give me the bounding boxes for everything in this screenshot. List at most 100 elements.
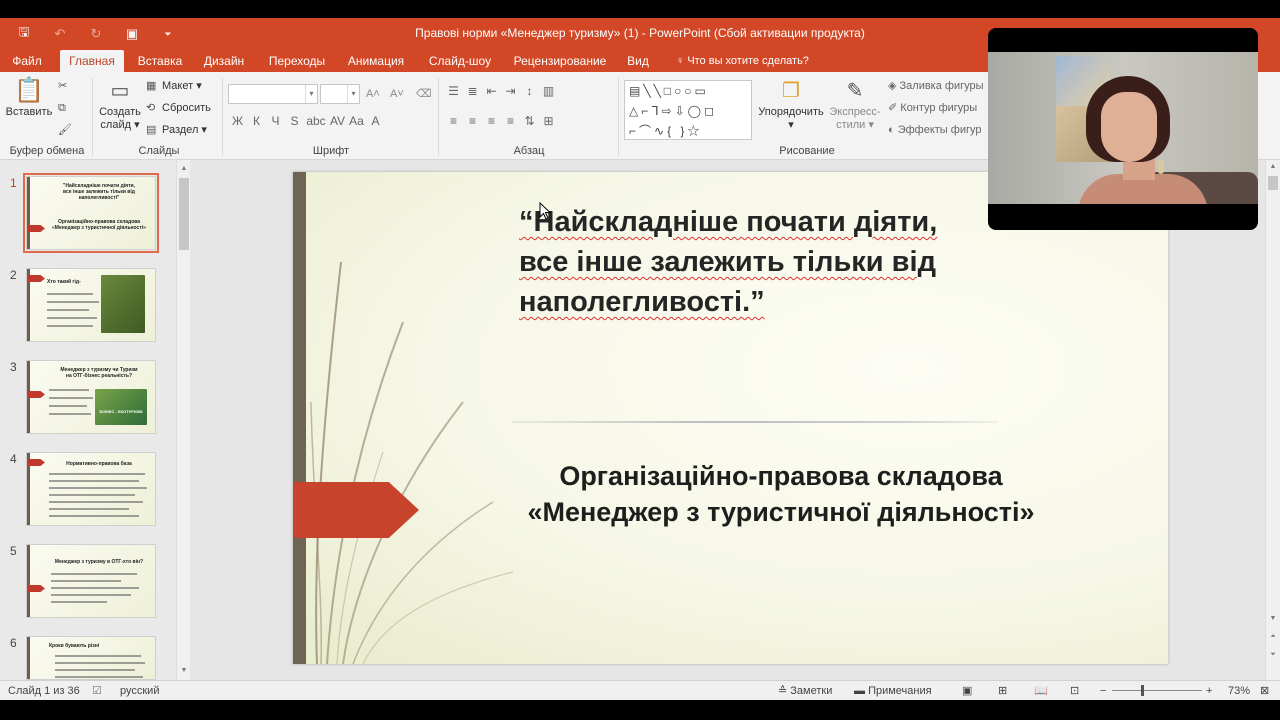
language-indicator[interactable]: русский	[120, 684, 159, 698]
underline-icon[interactable]: Ч	[266, 114, 285, 128]
tell-me-box[interactable]: ♀ Что вы хотите сделать?	[676, 50, 809, 72]
layout-button[interactable]: ▦ Макет ▾	[146, 76, 202, 96]
slide-thumbnail-3[interactable]: Менеджер з туризму чи Туризм на ОТГ-бізн…	[26, 360, 156, 434]
arrange-icon: ❐	[782, 80, 800, 102]
slide-thumbnail-1[interactable]: "Найскладніше почати діяти, все інше зал…	[23, 173, 159, 253]
tab-2[interactable]: Вставка	[132, 50, 188, 72]
increase-indent-icon[interactable]: ⇥	[501, 84, 520, 98]
tab-5[interactable]: Анимация	[340, 50, 412, 72]
font-name-input[interactable]: ▾	[228, 84, 318, 104]
zoom-in-icon[interactable]: +	[1206, 684, 1212, 698]
tab-4[interactable]: Переходы	[262, 50, 332, 72]
thumbnail-number: 4	[10, 452, 17, 466]
paste-label: Вставить	[5, 106, 53, 118]
thumbnail-number: 5	[10, 544, 17, 558]
comments-button[interactable]: ▬ Примечания	[854, 684, 932, 698]
shape-outline-button[interactable]: ✐ Контур фигуры	[888, 98, 977, 118]
thumbnail-scrollbar[interactable]: ▲ ▼	[176, 160, 190, 680]
slide-thumbnail-5[interactable]: Менеджер з туризму в ОТГ-хто він?	[26, 544, 156, 618]
next-slide-icon[interactable]: ⏷	[1266, 648, 1280, 662]
slide-quote[interactable]: “Найскладніше почати діяти, все інше зал…	[519, 202, 1039, 322]
chevron-down-icon[interactable]: ▾	[347, 85, 359, 103]
slide-subtitle[interactable]: Організаційно-правова складова «Менеджер…	[453, 458, 1109, 530]
quote-line-3: наполегливості.”	[519, 282, 1039, 322]
tab-0[interactable]: Файл	[6, 50, 48, 72]
format-painter-icon[interactable]: 🖌	[58, 120, 74, 140]
quick-styles-button[interactable]: ✎ Экспресс- стили ▾	[826, 78, 884, 131]
line-spacing-icon[interactable]: ↕	[520, 84, 539, 98]
thumbnail-number: 6	[10, 636, 17, 650]
section-button[interactable]: ▤ Раздел ▾	[146, 120, 207, 140]
decrease-indent-icon[interactable]: ⇤	[482, 84, 501, 98]
zoom-slider-thumb[interactable]	[1141, 685, 1144, 696]
shape-fill-button[interactable]: ◈ Заливка фигуры	[888, 76, 984, 96]
font-size-input[interactable]: ▾	[320, 84, 360, 104]
slide-scrollbar[interactable]: ▲ ▼ ⏶ ⏷	[1265, 160, 1280, 680]
tab-8[interactable]: Вид	[620, 50, 656, 72]
slide-canvas[interactable]: “Найскладніше почати діяти, все інше зал…	[293, 172, 1168, 664]
scrollbar-thumb[interactable]	[1268, 176, 1278, 190]
cut-icon[interactable]: ✂	[58, 76, 74, 96]
bold-icon[interactable]: Ж	[228, 114, 247, 128]
tell-me-text: Что вы хотите сделать?	[687, 55, 809, 67]
scroll-up-icon[interactable]: ▲	[177, 162, 191, 176]
align-right-icon[interactable]: ≡	[482, 114, 501, 128]
powerpoint-app: 🖫 ↶ ↻ ▣ ⏷ Правові норми «Менеджер туризм…	[0, 0, 1280, 720]
reset-button[interactable]: ⟲ Сбросить	[146, 98, 211, 118]
chevron-down-icon[interactable]: ▾	[305, 85, 317, 103]
scroll-down-icon[interactable]: ▼	[1266, 612, 1280, 626]
shape-fill-label: Заливка фигуры	[899, 80, 984, 92]
slide-thumbnail-4[interactable]: Нормативно-правова база	[26, 452, 156, 526]
smartart-icon[interactable]: ⊞	[539, 114, 558, 128]
new-slide-button[interactable]: ▭ Создать слайд ▾	[96, 78, 144, 131]
tab-6[interactable]: Слайд-шоу	[420, 50, 500, 72]
zoom-slider[interactable]	[1112, 690, 1202, 691]
scroll-down-icon[interactable]: ▼	[177, 664, 191, 678]
font-color-icon[interactable]: A	[366, 114, 385, 128]
scroll-up-icon[interactable]: ▲	[1266, 160, 1280, 174]
clear-format-icon[interactable]: ⌫	[416, 84, 432, 104]
thumbnail-number: 1	[10, 176, 17, 190]
normal-view-icon[interactable]: ▣	[962, 684, 972, 698]
slide-thumbnail-2[interactable]: Хто такий гід-	[26, 268, 156, 342]
align-left-icon[interactable]: ≡	[444, 114, 463, 128]
slide-thumbnail-6[interactable]: Кроки бувають різні	[26, 636, 156, 680]
shapes-gallery[interactable]: ▤╲╲□○○▭ △⌐ᒣ⇨⇩◯◻ ⌐⌒∿{ }☆	[624, 80, 752, 140]
spellcheck-icon[interactable]: ☑	[92, 684, 102, 698]
numbering-icon[interactable]: ≣	[463, 84, 482, 98]
italic-icon[interactable]: К	[247, 114, 266, 128]
align-center-icon[interactable]: ≡	[463, 114, 482, 128]
fit-to-window-icon[interactable]: ⊠	[1260, 684, 1269, 698]
thumb-photo	[95, 389, 147, 425]
zoom-out-icon[interactable]: −	[1100, 684, 1106, 698]
notes-icon: ≙	[778, 685, 791, 697]
thumb-photo	[101, 275, 145, 333]
slide-thumbnail-pane[interactable]: 1 "Найскладніше почати діяти, все інше з…	[0, 160, 176, 680]
zoom-level[interactable]: 73%	[1228, 684, 1250, 698]
arrange-button[interactable]: ❐ Упорядочить ▾	[754, 78, 828, 131]
copy-icon[interactable]: ⧉	[58, 98, 74, 118]
notes-button[interactable]: ≙ Заметки	[778, 684, 832, 698]
tab-3[interactable]: Дизайн	[196, 50, 252, 72]
previous-slide-icon[interactable]: ⏶	[1266, 630, 1280, 644]
shadow-icon[interactable]: S	[285, 114, 304, 128]
spacing-icon[interactable]: AV	[328, 114, 347, 128]
slide-sorter-icon[interactable]: ⊞	[998, 684, 1007, 698]
tab-1[interactable]: Главная	[60, 50, 124, 72]
change-case-icon[interactable]: Aa	[347, 114, 366, 128]
shape-effects-button[interactable]: ◐ Эффекты фигур	[888, 120, 981, 140]
tab-7[interactable]: Рецензирование	[508, 50, 612, 72]
strikethrough-icon[interactable]: abc	[304, 114, 328, 128]
text-direction-icon[interactable]: ⇅	[520, 114, 539, 128]
slideshow-view-icon[interactable]: ⊡	[1070, 684, 1079, 698]
shapes-row: △⌐ᒣ⇨⇩◯◻	[629, 104, 718, 118]
justify-icon[interactable]: ≡	[501, 114, 520, 128]
bullets-icon[interactable]: ☰	[444, 84, 463, 98]
columns-icon[interactable]: ▥	[539, 84, 558, 98]
thumb-line: на ОТГ-бізнес реальність?	[65, 373, 133, 379]
reading-view-icon[interactable]: 📖	[1034, 684, 1048, 698]
grow-font-icon[interactable]: A˄	[366, 84, 380, 104]
paste-button[interactable]: 📋 Вставить	[4, 78, 54, 119]
shrink-font-icon[interactable]: A˅	[390, 84, 404, 104]
scrollbar-thumb[interactable]	[179, 178, 189, 250]
